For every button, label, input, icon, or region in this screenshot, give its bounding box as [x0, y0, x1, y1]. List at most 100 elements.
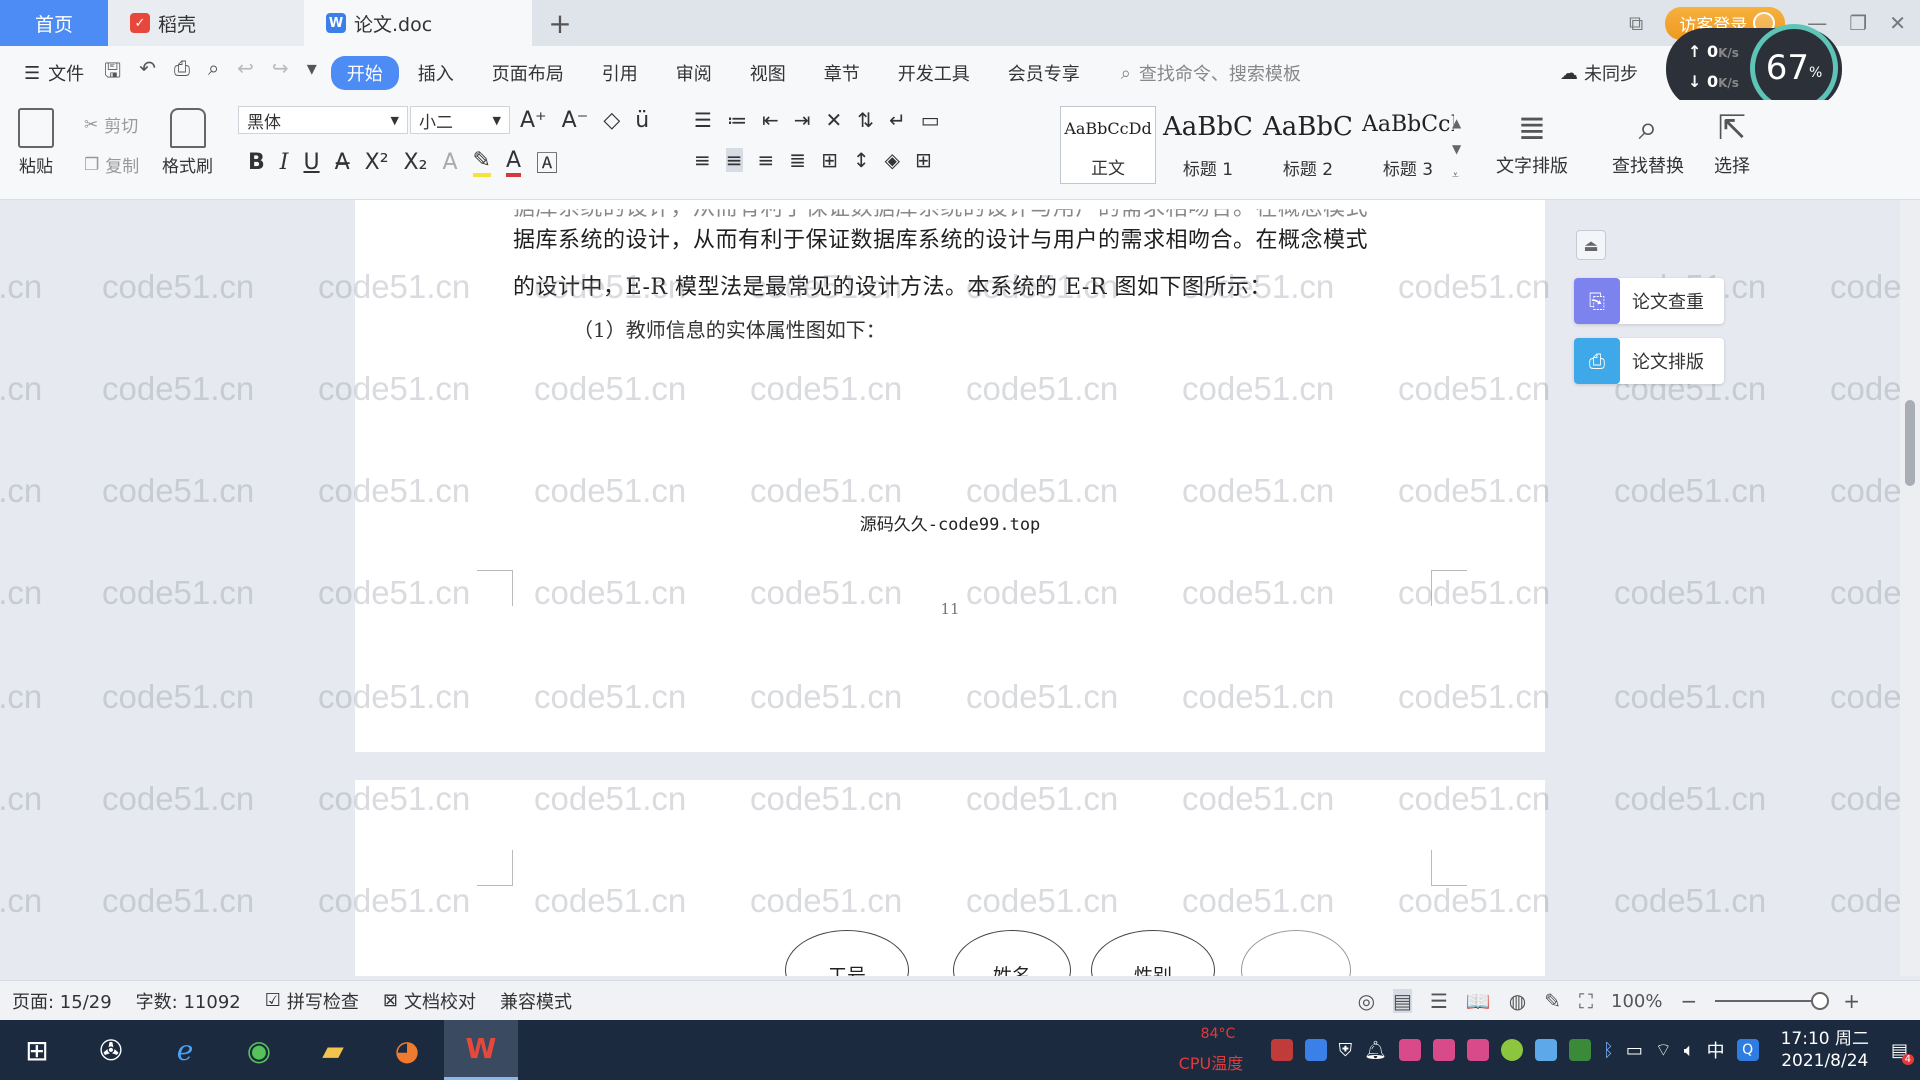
show-marks-icon[interactable]: ↵ [889, 108, 906, 132]
zoom-slider-knob[interactable] [1811, 992, 1830, 1010]
clear-format-icon[interactable]: ◇ [603, 108, 620, 133]
superscript-icon[interactable]: X² [365, 150, 389, 175]
copy-button[interactable]: ❐ 复制 [84, 152, 139, 178]
network-speed-widget[interactable]: ↑ 0K/s ↓ 0K/s 67% [1666, 24, 1842, 112]
shading-icon[interactable]: ◈ [885, 148, 900, 172]
reading-view-icon[interactable]: 📖 [1466, 989, 1491, 1013]
menu-developer[interactable]: 开发工具 [879, 60, 989, 86]
distribute-icon[interactable]: ⊞ [821, 148, 838, 172]
menu-view[interactable]: 视图 [731, 60, 805, 86]
file-menu[interactable]: ☰ 文件 [0, 60, 104, 86]
scrollbar-thumb[interactable] [1905, 400, 1915, 486]
notification-icon[interactable]: ▤ 4 [1891, 1040, 1914, 1065]
write-view-icon[interactable]: ✎ [1544, 989, 1561, 1013]
menu-review[interactable]: 审阅 [657, 60, 731, 86]
menu-insert[interactable]: 插入 [399, 60, 473, 86]
fit-page-icon[interactable]: ⛶ [1579, 989, 1593, 1013]
select-button[interactable]: ⇱ 选择 [1714, 108, 1750, 178]
nvidia-icon[interactable] [1569, 1039, 1592, 1061]
paper-layout-button[interactable]: ⎙ 论文排版 [1574, 338, 1724, 384]
chinese-layout-icon[interactable]: ✕ [825, 108, 842, 132]
style-heading-2[interactable]: AaBbC 标题 2 [1260, 106, 1356, 184]
zoom-out-icon[interactable]: − [1680, 989, 1697, 1013]
tab-daoke[interactable]: ✓ 稻壳 [108, 0, 304, 46]
vertical-scrollbar[interactable] [1900, 200, 1920, 976]
justify-icon[interactable]: ≣ [789, 148, 806, 172]
tray-app-icon[interactable] [1433, 1039, 1456, 1061]
phonetic-icon[interactable]: ü [635, 108, 649, 133]
ime-indicator[interactable]: 中 [1707, 1037, 1725, 1063]
outline-view-icon[interactable]: ☰ [1430, 989, 1448, 1013]
tab-document[interactable]: W 论文.doc [304, 0, 532, 46]
zoom-slider[interactable] [1715, 992, 1830, 1010]
grow-font-icon[interactable]: A⁺ [520, 108, 547, 133]
ie-browser-icon[interactable]: ℯ [148, 1020, 222, 1080]
word-count[interactable]: 字数: 11092 [124, 988, 253, 1014]
cut-button[interactable]: ✂ 剪切 [84, 112, 138, 138]
collapse-panel-button[interactable]: ⏏ [1576, 230, 1606, 260]
document-page[interactable]: 工号 姓名 性别 [355, 780, 1545, 976]
shield-icon[interactable]: ⛨ [1339, 1040, 1353, 1061]
cpu-temp-widget[interactable]: 84°C CPU温度 [1179, 1020, 1259, 1080]
subscript-icon[interactable]: X₂ [404, 150, 428, 175]
web-view-icon[interactable]: ◍ [1509, 989, 1526, 1013]
bluetooth-icon[interactable]: ᛒ [1603, 1040, 1614, 1061]
spell-check-button[interactable]: ☑ 拼写检查 [253, 988, 371, 1014]
style-heading-3[interactable]: AaBbCcI 标题 3 [1360, 106, 1456, 184]
tray-app-icon[interactable] [1270, 1039, 1293, 1061]
customize-dropdown-icon[interactable]: ▾ [307, 56, 317, 90]
tray-app-icon[interactable] [1399, 1039, 1422, 1061]
tab-home[interactable]: 首页 [0, 0, 108, 46]
sort-icon[interactable]: ⇅ [857, 108, 874, 132]
tray-app-icon[interactable] [1501, 1039, 1524, 1061]
tray-app-icon[interactable] [1467, 1039, 1490, 1061]
menu-member[interactable]: 会员专享 [989, 60, 1099, 86]
font-name-select[interactable]: 黑体 ▼ [238, 106, 408, 134]
style-gallery-scroll[interactable]: ▲ ▼ ⩡ [1452, 110, 1461, 188]
pinwheel-app-icon[interactable]: ✇ [74, 1020, 148, 1080]
zoom-in-icon[interactable]: + [1843, 989, 1860, 1013]
command-search[interactable]: ⌕ 查找命令、搜索模板 [1121, 60, 1301, 86]
decrease-indent-icon[interactable]: ⇤ [762, 108, 779, 132]
print-preview-icon[interactable]: ⌕ [208, 56, 219, 90]
align-right-icon[interactable]: ≡ [758, 148, 775, 172]
bold-icon[interactable]: B [248, 150, 265, 175]
paste-button[interactable]: 粘贴 [18, 108, 54, 177]
align-center-icon[interactable]: ≡ [725, 148, 743, 172]
document-page[interactable]: 据库系统的设计，从而有利于保证数据库系统的设计与用户的需求相吻合。在概念模式 据… [355, 200, 1545, 752]
restore-icon[interactable]: ❐ [1849, 11, 1867, 35]
find-replace-button[interactable]: ⌕ 查找替换 [1612, 108, 1684, 178]
italic-icon[interactable]: I [280, 150, 289, 175]
style-heading-1[interactable]: AaBbC 标题 1 [1160, 106, 1256, 184]
file-explorer-icon[interactable]: ▰ [296, 1020, 370, 1080]
align-left-icon[interactable]: ≡ [694, 148, 711, 172]
menu-start[interactable]: 开始 [330, 56, 399, 90]
paper-check-button[interactable]: ⎘ 论文查重 [1574, 278, 1724, 324]
page-indicator[interactable]: 页面: 15/29 [0, 988, 124, 1014]
format-painter-button[interactable]: 格式刷 [162, 108, 213, 177]
highlight-icon[interactable]: ✎ [472, 148, 491, 177]
proofread-button[interactable]: ⊠ 文档校对 [371, 988, 488, 1014]
wps-writer-icon[interactable]: W [444, 1020, 518, 1080]
style-normal[interactable]: AaBbCcDd 正文 [1060, 106, 1156, 184]
bullet-list-icon[interactable]: ☰ [694, 108, 712, 132]
bell-icon[interactable]: 🔔︎ [1364, 1040, 1387, 1061]
new-tab-button[interactable]: + [532, 0, 588, 46]
ruler-icon[interactable]: ▭ [921, 108, 940, 132]
tab-list-icon[interactable]: ⧉ [1629, 11, 1643, 35]
text-effect-icon[interactable]: A [442, 150, 457, 175]
ime-app-icon[interactable]: Q [1736, 1039, 1759, 1061]
page-view-icon[interactable]: ▤ [1393, 989, 1412, 1013]
volume-icon[interactable]: 🔈︎ [1684, 1040, 1695, 1061]
char-border-icon[interactable]: 🄰 [536, 146, 558, 178]
system-clock[interactable]: 17:10 周二 2021/8/24 [1781, 1028, 1869, 1072]
undo-icon[interactable]: ↩ [237, 56, 254, 90]
menu-page-layout[interactable]: 页面布局 [473, 60, 583, 86]
menu-references[interactable]: 引用 [583, 60, 657, 86]
numbered-list-icon[interactable]: ≔ [727, 108, 747, 132]
save-icon[interactable]: 🖫 [104, 56, 121, 90]
font-color-icon[interactable]: A [505, 148, 521, 177]
undo-history-icon[interactable]: ↶ [139, 56, 156, 90]
menu-chapter[interactable]: 章节 [805, 60, 879, 86]
sync-status[interactable]: ☁ 未同步 [1560, 60, 1638, 86]
